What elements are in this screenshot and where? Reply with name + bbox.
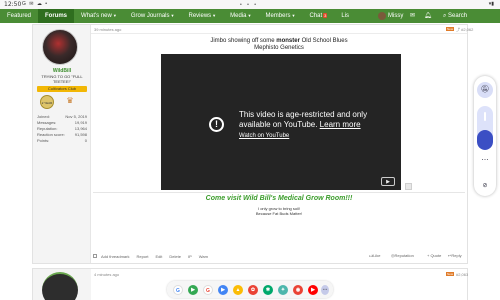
reputation-button[interactable]: ◎Reputation [391, 252, 414, 260]
warn-link[interactable]: Warn [199, 254, 208, 259]
signature-text: Because Fat Buds Matter! [255, 211, 303, 216]
app-icon[interactable]: ✦ [278, 285, 288, 295]
trophy-icon: ♛ [66, 96, 74, 105]
new-badge: New [446, 272, 455, 276]
tab-forums[interactable]: Forums [38, 9, 75, 23]
user-banner: Cultivators Club [37, 86, 87, 92]
like-button[interactable]: 👍︎Like [369, 252, 381, 260]
youtube-logo-icon[interactable]: ▶ [381, 177, 395, 186]
camera-notch: • • • [240, 2, 259, 8]
chevron-down-icon: ▼ [112, 13, 117, 18]
search-icon: ⌕ [443, 13, 447, 19]
post-timestamp[interactable]: 4 minutes ago [94, 272, 119, 277]
edit-link[interactable]: Edit [155, 254, 162, 259]
chevron-down-icon: ▼ [291, 13, 296, 18]
mail-icon[interactable]: ✉ [410, 9, 415, 23]
post-actions: Add threadmark Report Edit Delete IP War… [93, 252, 465, 260]
status-bar: 12:50 G ✉ ☁ • • • • ▾▮ [0, 0, 500, 9]
tab-reviews[interactable]: Reviews▼ [181, 9, 223, 23]
battery-wifi-icons: ▾▮ [488, 1, 494, 7]
select-checkbox[interactable] [93, 254, 97, 258]
photos-icon[interactable]: ✿ [248, 285, 258, 295]
play-icon[interactable]: ▶ [218, 285, 228, 295]
warning-icon: ! [209, 117, 224, 132]
user-menu[interactable]: Missy [378, 9, 403, 23]
more-icon[interactable]: ⋯ [474, 156, 496, 164]
post-text-line: Jimbo showing off some monster Old Schoo… [210, 38, 348, 44]
chevron-down-icon: ▼ [212, 13, 217, 18]
learn-more-link[interactable]: Learn more [320, 120, 361, 129]
watch-on-youtube-link[interactable]: Watch on YouTube [239, 133, 289, 139]
chrome-icon[interactable]: G [203, 285, 213, 295]
post-text-line: Mephisto Genetics [254, 45, 304, 51]
user-title: TRYING TO GO "FULL TEETEE!" [41, 74, 83, 84]
avatar[interactable] [42, 272, 78, 300]
clock: 12:50 [4, 1, 22, 8]
youtube-icon[interactable]: ▶ [308, 285, 318, 295]
user-info-block: WildBill TRYING TO GO "FULL TEETEE!" Cul… [33, 25, 91, 263]
volume-panel: 🔕︎ ⋯ ⊘ [474, 76, 496, 196]
new-badge: New [446, 27, 455, 31]
reply-button[interactable]: ↩Reply [448, 252, 462, 260]
avatar [378, 12, 386, 20]
bell-icon[interactable]: 🔔︎ [424, 9, 432, 23]
delete-link[interactable]: Delete [169, 254, 181, 259]
forum-nav-bar: Featured Forums What's new▼ Grow Journal… [0, 9, 500, 23]
divider [91, 33, 467, 34]
chevron-down-icon: ▼ [247, 13, 252, 18]
caption-off-icon[interactable]: ⊘ [477, 180, 493, 192]
play-store-icon[interactable]: ▶ [188, 285, 198, 295]
tab-members[interactable]: Members▼ [258, 9, 302, 23]
camera-icon[interactable]: ◉ [293, 285, 303, 295]
tab-whats-new[interactable]: What's new▼ [74, 9, 124, 23]
avatar[interactable] [42, 29, 78, 65]
app-icon[interactable]: ✱ [263, 285, 273, 295]
volume-knob-icon [484, 112, 486, 121]
report-link[interactable]: Report [136, 254, 148, 259]
volume-fill [477, 130, 493, 150]
notification-icons: G ✉ ☁ • [22, 1, 48, 7]
post-number[interactable]: #2,063 [456, 272, 468, 277]
share-icon: ⤴ [456, 27, 460, 32]
app-drawer-icon[interactable]: ⋯ [321, 285, 329, 295]
tab-chat[interactable]: Chat 3 [302, 9, 334, 23]
add-threadmark-link[interactable]: Add threadmark [101, 254, 129, 259]
chevron-down-icon: ▼ [170, 13, 175, 18]
expand-icon[interactable] [405, 183, 412, 190]
taskbar-dock: G ▶ G ▶ ▲ ✿ ✱ ✦ ◉ ▶ ⋯ [167, 281, 333, 298]
chat-badge: 3 [323, 13, 328, 18]
user-stats: Joined: Nov 5, 2019 Messages: 19,919 Reput… [37, 114, 87, 143]
quote-button[interactable]: + Quote [427, 252, 441, 260]
tab-media[interactable]: Media▼ [223, 9, 258, 23]
ip-link[interactable]: IP [188, 254, 192, 259]
mute-icon[interactable]: 🔕︎ [477, 82, 493, 98]
user-info-block [33, 269, 91, 300]
username: Missy [388, 13, 404, 19]
signature-divider [93, 192, 465, 193]
post-timestamp[interactable]: 39 minutes ago [94, 27, 121, 32]
video-message: This video is age-restricted and only av… [239, 110, 368, 129]
google-app-icon[interactable]: G [173, 285, 183, 295]
signature-link[interactable]: Come visit Wild Bill's Medical Grow Room… [91, 195, 467, 202]
youtube-embed[interactable]: ! This video is age-restricted and only … [161, 54, 401, 190]
tab-lists[interactable]: Lis [334, 9, 356, 23]
forum-post: WildBill TRYING TO GO "FULL TEETEE!" Cul… [32, 24, 473, 264]
volume-slider[interactable] [477, 106, 493, 150]
post-content: 39 minutes ago New ⤴ #2,062 Jimbo showin… [91, 25, 473, 263]
drive-icon[interactable]: ▲ [233, 285, 243, 295]
search-button[interactable]: ⌕ Search [443, 9, 467, 23]
tab-grow-journals[interactable]: Grow Journals▼ [124, 9, 182, 23]
tab-featured[interactable]: Featured [0, 9, 38, 23]
trophy-badge: 2 YEAR [40, 95, 54, 109]
